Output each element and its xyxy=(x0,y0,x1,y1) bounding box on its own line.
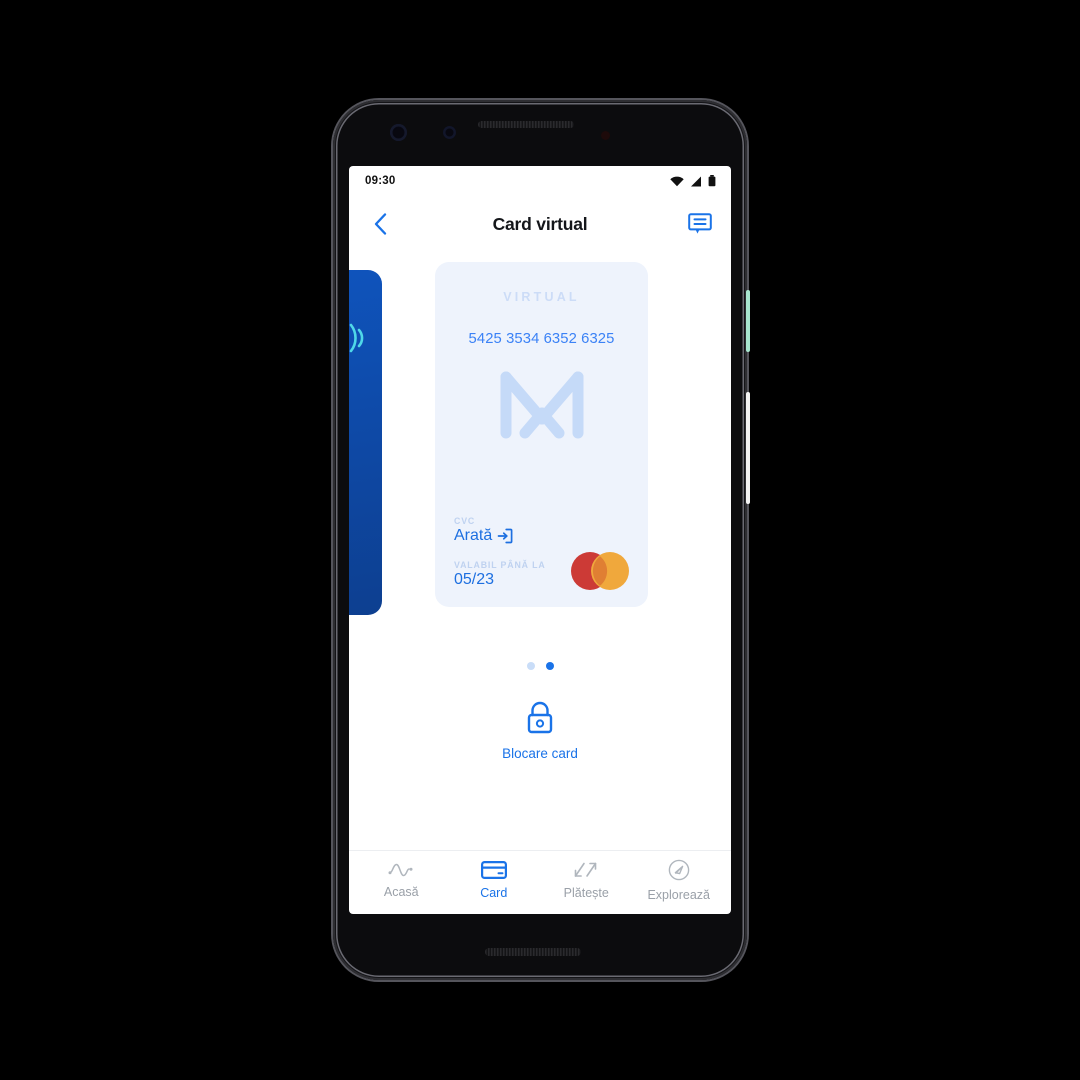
mastercard-icon xyxy=(571,552,629,590)
sensor-dot xyxy=(601,131,610,140)
card-number: 5425 3534 6352 6325 xyxy=(468,331,615,347)
virtual-card[interactable]: VIRTUAL 5425 3534 6352 6325 CVC Arată VA… xyxy=(435,262,648,607)
cellular-signal-icon xyxy=(691,176,701,186)
carousel-pagination[interactable] xyxy=(349,662,731,670)
status-bar: 09:30 xyxy=(349,166,731,196)
nav-label: Plătește xyxy=(563,886,609,900)
nav-item-card[interactable]: Card xyxy=(448,861,541,900)
lock-card-label: Blocare card xyxy=(502,746,578,761)
nav-item-home[interactable]: Acasă xyxy=(355,862,448,899)
nav-label: Acasă xyxy=(383,885,419,899)
nav-item-pay[interactable]: Plătește xyxy=(540,861,633,900)
reveal-icon xyxy=(497,528,513,544)
pagination-dot[interactable] xyxy=(526,662,535,670)
wifi-icon xyxy=(670,176,684,186)
card-details: CVC Arată VALABIL PÂNĂ LA 05/23 xyxy=(454,516,629,590)
card-type-label: VIRTUAL xyxy=(503,290,580,304)
power-button[interactable] xyxy=(746,290,750,352)
cvc-reveal-button[interactable]: Arată xyxy=(454,527,629,545)
activity-wave-icon xyxy=(388,863,413,877)
pagination-dot-active[interactable] xyxy=(545,662,554,670)
app-header: Card virtual xyxy=(349,196,731,252)
screenshot-canvas: 09:30 Card virtual VIRTUAL 5425 3534 635… xyxy=(0,0,1080,1080)
nav-item-explore[interactable]: Explorează xyxy=(633,859,726,902)
phone-device: 09:30 Card virtual VIRTUAL 5425 3534 635… xyxy=(333,100,750,980)
brand-logo xyxy=(454,367,629,443)
monzo-m-logo xyxy=(500,371,583,439)
cvc-value: Arată xyxy=(454,527,493,544)
nav-label: Card xyxy=(480,886,508,900)
compass-icon xyxy=(668,859,690,881)
phone-screen: 09:30 Card virtual VIRTUAL 5425 3534 635… xyxy=(349,166,731,914)
earpiece-speaker xyxy=(478,121,574,128)
volume-button[interactable] xyxy=(746,392,750,504)
secondary-camera-icon xyxy=(443,126,456,139)
credit-card-icon xyxy=(480,861,507,879)
page-title: Card virtual xyxy=(492,213,588,234)
status-icons xyxy=(670,175,716,187)
lock-card-button[interactable]: Blocare card xyxy=(349,701,731,761)
nav-label: Explorează xyxy=(647,888,711,902)
bottom-navigation: Acasă Card Plătește Explorează xyxy=(349,850,731,914)
lock-icon xyxy=(527,701,553,734)
send-receive-arrows-icon xyxy=(574,862,597,877)
front-camera-icon xyxy=(390,124,407,141)
cvc-label: CVC xyxy=(454,516,476,526)
bottom-speaker xyxy=(485,948,581,956)
contactless-icon xyxy=(349,323,364,353)
card-carousel[interactable]: VIRTUAL 5425 3534 6352 6325 CVC Arată VA… xyxy=(349,262,731,622)
battery-icon xyxy=(708,175,716,187)
previous-card[interactable] xyxy=(349,270,382,615)
status-clock: 09:30 xyxy=(365,175,396,187)
